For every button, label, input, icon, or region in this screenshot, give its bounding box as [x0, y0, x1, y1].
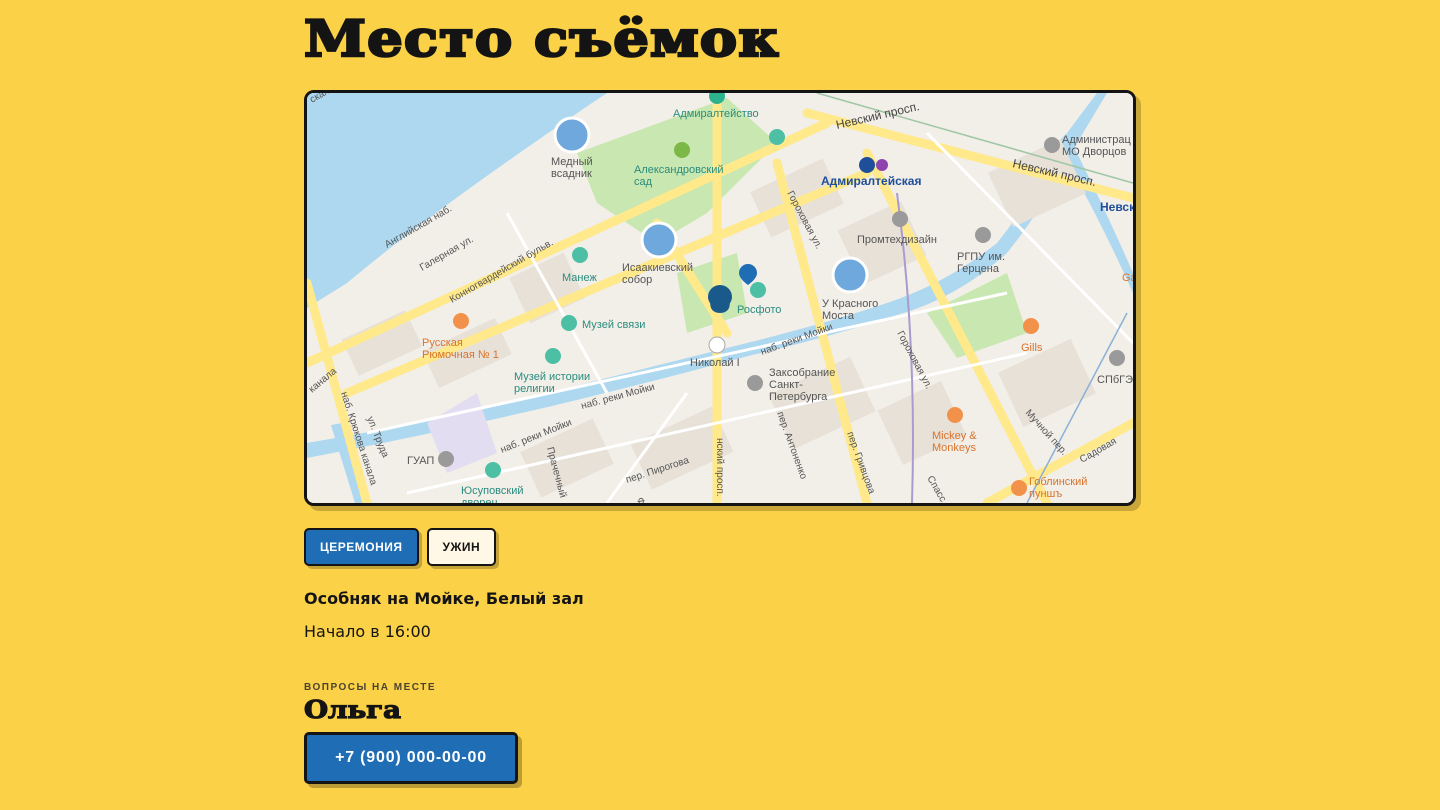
contact-name: Ольга	[303, 694, 402, 724]
landmark-photo-isaac[interactable]	[640, 221, 678, 259]
map-label: Росфото	[737, 304, 781, 316]
landmark-photo-krasny-most[interactable]	[831, 256, 869, 294]
tab-ceremony[interactable]: ЦЕРЕМОНИЯ	[304, 528, 419, 566]
map-label: Фо	[634, 497, 647, 503]
map-label: Музей связи	[582, 319, 645, 331]
restaurant-icon[interactable]	[1011, 480, 1027, 496]
map-label: Невск	[1100, 200, 1133, 214]
map-label: Mickey & Monkeys	[932, 430, 977, 454]
map-label: Gills	[1021, 342, 1043, 354]
university-icon[interactable]	[1044, 137, 1060, 153]
tab-dinner[interactable]: УЖИН	[426, 528, 497, 566]
map-label: Николай I	[690, 357, 740, 369]
page-title: Место съёмок	[303, 8, 781, 70]
museum-icon[interactable]	[769, 129, 785, 145]
metro-station-label: Адмиралтейская	[821, 174, 921, 188]
map-label: РГПУ им. Герцена	[957, 251, 1005, 275]
cafe-icon[interactable]	[947, 407, 963, 423]
park-icon[interactable]	[674, 142, 690, 158]
map-label: Промтехдизайн	[857, 234, 937, 246]
venue-name: Особняк на Мойке, Белый зал	[304, 589, 584, 608]
map-label: СПбГЭ	[1097, 374, 1133, 386]
map-canvas[interactable]: Адмиралтейство Медный всадник Александров…	[307, 93, 1133, 503]
location-pin-icon[interactable]	[708, 285, 732, 313]
cafe-icon[interactable]	[1023, 318, 1039, 334]
university-icon[interactable]	[975, 227, 991, 243]
university-icon[interactable]	[892, 211, 908, 227]
map-label: ГУАП	[407, 455, 434, 467]
contact-caption: ВОПРОСЫ НА МЕСТЕ	[304, 682, 437, 693]
restaurant-icon[interactable]	[453, 313, 469, 329]
map-label: нский просп.	[714, 438, 725, 497]
university-icon[interactable]	[1109, 350, 1125, 366]
university-icon[interactable]	[438, 451, 454, 467]
map-label: Администрац МО Дворцов	[1062, 134, 1131, 158]
map[interactable]: Адмиралтейство Медный всадник Александров…	[304, 90, 1136, 506]
museum-icon[interactable]	[750, 282, 766, 298]
venue-tabs: ЦЕРЕМОНИЯ УЖИН	[304, 528, 497, 566]
monument-icon[interactable]	[708, 336, 726, 354]
map-label: Манеж	[562, 272, 597, 284]
museum-icon[interactable]	[561, 315, 577, 331]
museum-icon[interactable]	[572, 247, 588, 263]
map-label: Ga	[1122, 272, 1133, 284]
university-icon[interactable]	[747, 375, 763, 391]
map-label: Адмиралтейство	[673, 108, 759, 120]
start-time: Начало в 16:00	[304, 622, 431, 641]
museum-icon[interactable]	[545, 348, 561, 364]
museum-icon[interactable]	[485, 462, 501, 478]
phone-button[interactable]: +7 (900) 000-00-00	[304, 732, 518, 784]
landmark-photo-medny-vsadnik[interactable]	[553, 116, 591, 154]
map-label: Медный всадник	[551, 156, 593, 180]
